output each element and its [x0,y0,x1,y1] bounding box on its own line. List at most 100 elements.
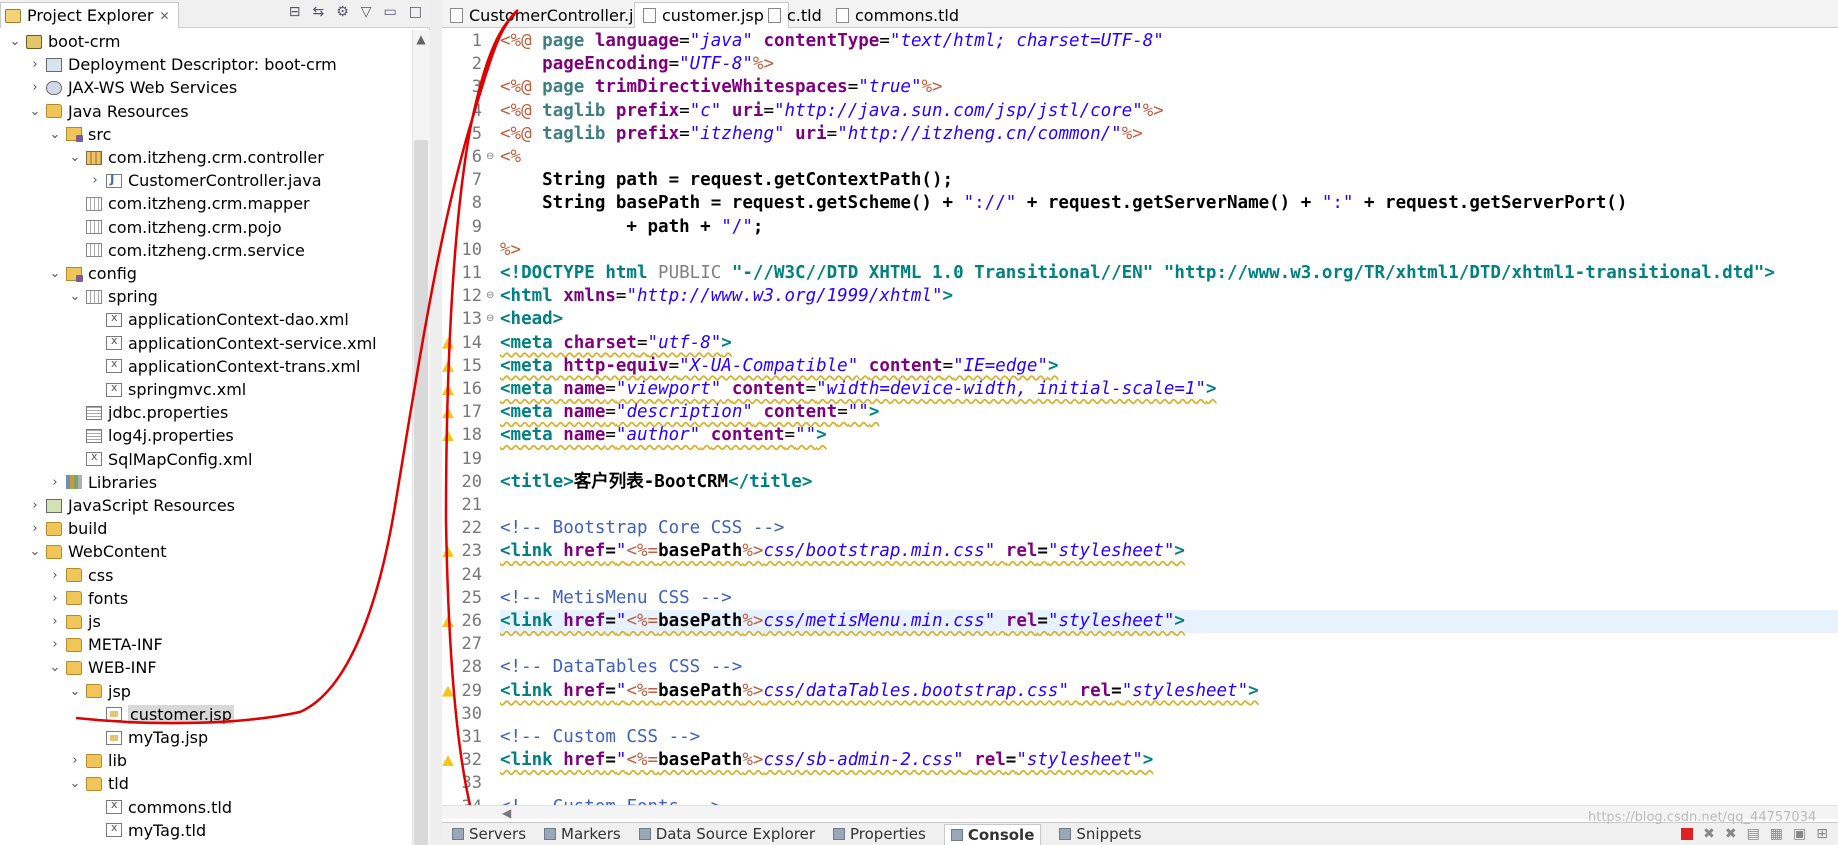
tree-item[interactable]: ⌄ com.itzheng.crm.controller [0,146,412,169]
filter-icon[interactable]: ⚙ [336,4,349,20]
code-line[interactable]: <!DOCTYPE html PUBLIC "-//W3C//DTD XHTML… [500,262,1775,285]
code-line[interactable]: <title>客户列表-BootCRM</title> [500,471,812,494]
code-line[interactable]: <link href="<%=basePath%>css/bootstrap.m… [500,540,1185,563]
chevron-right-icon[interactable]: › [88,173,102,188]
tree-item[interactable]: myTag.tld [0,819,412,842]
project-explorer-tab[interactable]: Project Explorer ✕ [0,2,179,28]
view-menu-icon[interactable]: ▽ [361,4,372,20]
code-line[interactable]: <%@ taglib prefix="c" uri="http://java.s… [500,100,1164,123]
chevron-right-icon[interactable]: › [28,521,42,536]
chevron-down-icon[interactable]: ⌄ [48,660,62,675]
code-line[interactable]: <meta name="viewport" content="width=dev… [500,378,1217,401]
tree-item[interactable]: ⌄ src [0,123,412,146]
tree-item[interactable]: ⌄ config [0,262,412,285]
tree-item[interactable]: com.itzheng.crm.pojo [0,216,412,239]
tree-item[interactable]: applicationContext-dao.xml [0,308,412,331]
code-line[interactable]: <!-- DataTables CSS --> [500,656,742,679]
code-line[interactable]: <%@ page language="java" contentType="te… [500,30,1164,53]
tree-item[interactable]: com.itzheng.crm.service [0,239,412,262]
tree-item[interactable]: › CustomerController.java [0,169,412,192]
tree-item[interactable]: › js [0,610,412,633]
tree-item[interactable]: › JAX-WS Web Services [0,76,412,99]
terminate-icon[interactable] [1681,828,1694,840]
remove-all-icon[interactable]: ✖ [1725,826,1737,842]
chevron-right-icon[interactable]: › [28,80,42,95]
tree-item[interactable]: › Deployment Descriptor: boot-crm [0,53,412,76]
bottom-tab[interactable]: Servers [452,825,526,843]
code-line[interactable]: <link href="<%=basePath%>css/sb-admin-2.… [500,749,1153,772]
chevron-down-icon[interactable]: ⌄ [68,150,82,165]
tree-item[interactable]: log4j.properties [0,424,412,447]
scroll-lock-icon[interactable]: ▤ [1747,826,1760,842]
chevron-right-icon[interactable]: › [68,753,82,768]
tree-item[interactable]: customer.jsp [0,703,412,726]
tree-item[interactable]: SqlMapConfig.xml [0,448,412,471]
code-line[interactable]: <link href="<%=basePath%>css/dataTables.… [500,680,1259,703]
chevron-down-icon[interactable]: ⌄ [68,289,82,304]
code-area[interactable]: <%@ page language="java" contentType="te… [500,30,1838,810]
code-line[interactable]: <%@ taglib prefix="itzheng" uri="http://… [500,123,1143,146]
bottom-tab[interactable]: Markers [544,825,621,843]
code-line[interactable]: <html xmlns="http://www.w3.org/1999/xhtm… [500,285,953,308]
chevron-down-icon[interactable]: ⌄ [48,266,62,281]
code-line[interactable]: <meta http-equiv="X-UA-Compatible" conte… [500,355,1058,378]
collapse-all-icon[interactable]: ⊟ [289,4,301,20]
scroll-left-icon[interactable]: ◀ [502,806,511,820]
tree-item[interactable]: › JavaScript Resources [0,494,412,517]
scroll-up-icon[interactable]: ▲ [412,30,430,48]
chevron-down-icon[interactable]: ⌄ [28,104,42,119]
code-line[interactable]: <% [500,146,521,169]
fold-icon[interactable]: ⊖ [486,151,494,162]
code-line[interactable]: <!-- Custom CSS --> [500,726,700,749]
minimize-icon[interactable]: ▭ [384,4,397,20]
chevron-down-icon[interactable]: ⌄ [28,544,42,559]
bottom-tab[interactable]: Data Source Explorer [638,825,815,843]
editor-tab[interactable]: c.tld [760,2,830,28]
tree-item[interactable]: jdbc.properties [0,401,412,424]
tree-item[interactable]: ⌄ spring [0,285,412,308]
link-editor-icon[interactable]: ⇆ [312,4,324,20]
maximize-icon[interactable]: □ [409,4,422,20]
chevron-right-icon[interactable]: › [28,57,42,72]
tree-item[interactable]: › build [0,517,412,540]
tree-item[interactable]: com.itzheng.crm.mapper [0,192,412,215]
chevron-down-icon[interactable]: ⌄ [68,684,82,699]
sash[interactable] [430,0,442,845]
chevron-right-icon[interactable]: › [48,637,62,652]
tree-item[interactable]: ⌄ tld [0,772,412,795]
tree-item[interactable]: ⌄ boot-crm [0,30,412,53]
tree-item[interactable]: › Libraries [0,471,412,494]
chevron-right-icon[interactable]: › [48,614,62,629]
code-line[interactable]: String path = request.getContextPath(); [500,169,953,192]
code-line[interactable]: + path + "/"; [500,216,763,239]
chevron-right-icon[interactable]: › [48,591,62,606]
open-console-icon[interactable]: ⊞ [1816,826,1828,842]
tree-item[interactable]: ⌄ jsp [0,680,412,703]
chevron-down-icon[interactable]: ⌄ [8,34,22,49]
chevron-down-icon[interactable]: ⌄ [68,776,82,791]
code-line[interactable]: <%@ page trimDirectiveWhitespaces="true"… [500,76,943,99]
code-line[interactable]: <!-- MetisMenu CSS --> [500,587,732,610]
bottom-tab[interactable]: Console [943,823,1042,845]
explorer-scrollbar-thumb[interactable] [414,140,428,845]
remove-launch-icon[interactable]: ✖ [1703,826,1715,842]
code-line[interactable]: <meta name="author" content=""> [500,424,827,447]
tree-item[interactable]: ⌄ WEB-INF [0,656,412,679]
tree-item[interactable]: › lib [0,749,412,772]
chevron-right-icon[interactable]: › [48,568,62,583]
tree-item[interactable]: springmvc.xml [0,378,412,401]
code-line[interactable]: <meta charset="utf-8"> [500,332,732,355]
chevron-right-icon[interactable]: › [28,498,42,513]
code-line[interactable]: <head> [500,308,563,331]
pin-console-icon[interactable]: ▦ [1770,826,1783,842]
close-icon[interactable]: ✕ [159,9,169,23]
tree-item[interactable]: › fonts [0,587,412,610]
bottom-tab[interactable]: Snippets [1059,825,1142,843]
tree-item[interactable]: ⌄ WebContent [0,540,412,563]
chevron-down-icon[interactable]: ⌄ [48,127,62,142]
code-line[interactable]: <meta name="description" content=""> [500,401,879,424]
editor-tab[interactable]: commons.tld [828,2,967,28]
tree-item[interactable]: applicationContext-trans.xml [0,355,412,378]
code-line[interactable]: <link href="<%=basePath%>css/metisMenu.m… [500,610,1838,633]
tree-item[interactable]: › META-INF [0,633,412,656]
